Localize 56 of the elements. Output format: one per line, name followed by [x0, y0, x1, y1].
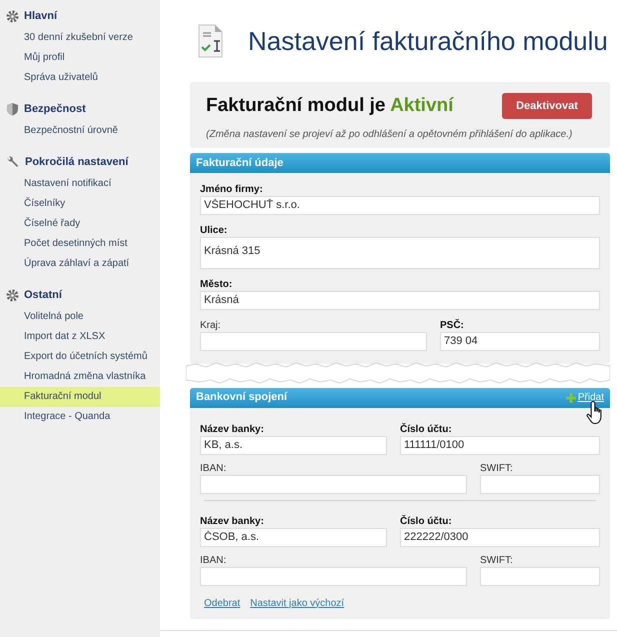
sidebar-item[interactable]: Můj profil	[0, 48, 160, 68]
deactivate-button[interactable]: Deaktivovat	[502, 93, 592, 120]
sidebar-item[interactable]: Správa uživatelů	[0, 68, 160, 88]
field-label: SWIFT:	[480, 462, 514, 474]
input-field[interactable]	[200, 474, 467, 494]
shield-icon	[6, 102, 19, 116]
action-link[interactable]: Odebrat	[204, 596, 240, 610]
field-label: Název banky:	[200, 514, 265, 528]
sidebar-item[interactable]: Úprava záhlaví a zápatí	[0, 254, 160, 274]
field-label: PSČ:	[440, 318, 465, 332]
section-header: Fakturační údaje	[190, 152, 610, 172]
input-field[interactable]: KB, a.s.	[200, 436, 387, 454]
gear-icon	[6, 10, 19, 22]
input-field[interactable]: Krásná 315	[200, 236, 600, 268]
field-label: Ulice:	[200, 224, 228, 236]
page-title: Nastavení fakturačního modulu	[248, 24, 608, 58]
sidebar-item[interactable]: Hromadná změna vlastníka	[0, 367, 160, 387]
sidebar-item[interactable]: Export do účetních systémů	[0, 347, 160, 367]
input-field[interactable]	[480, 566, 600, 586]
wrench-icon	[6, 155, 20, 169]
sidebar-item[interactable]: Číselníky	[0, 194, 160, 214]
sidebar-item[interactable]: Počet desetinných míst	[0, 234, 160, 254]
sidebar-item[interactable]: 30 denní zkušební verze	[0, 28, 160, 48]
input-field[interactable]	[200, 332, 427, 350]
input-field[interactable]	[200, 566, 467, 586]
sidebar-item[interactable]: Fakturační modul	[0, 387, 160, 407]
input-field[interactable]: 222222/0300	[400, 528, 600, 546]
field-label: IBAN:	[200, 462, 228, 474]
input-field[interactable]	[480, 474, 600, 494]
field-label: Město:	[200, 278, 234, 290]
input-field[interactable]: 111111/0100	[400, 436, 600, 454]
field-label: Jméno firmy:	[200, 182, 264, 196]
field-label: IBAN:	[200, 554, 228, 566]
field-label: SWIFT:	[480, 554, 514, 566]
sidebar-item[interactable]: Bezpečnostní úrovně	[0, 121, 160, 141]
field-label: Název banky:	[200, 422, 265, 436]
group-title: Bezpečnost	[24, 102, 86, 117]
input-field[interactable]: 739 04	[440, 332, 600, 350]
settings-note: (Změna nastavení se projeví až po odhlášení a opětovném přihlášení do aplikace.)	[206, 128, 574, 142]
input-field[interactable]: Krásná	[200, 290, 600, 310]
field-label: Číslo účtu:	[400, 514, 453, 528]
gear-icon	[6, 288, 19, 302]
group-title: Pokročilá nastavení	[25, 154, 128, 170]
sidebar-item[interactable]: Integrace - Quanda	[0, 407, 160, 427]
sidebar-item[interactable]: Číselné řady	[0, 214, 160, 234]
field-label: Číslo účtu:	[400, 422, 453, 436]
module-status: Fakturační modul je Aktivní	[206, 94, 454, 118]
section-title: Bankovní spojení	[196, 390, 288, 406]
sidebar-item[interactable]: Import dat z XLSX	[0, 327, 160, 347]
action-link[interactable]: Nastavit jako výchozí	[250, 596, 344, 610]
group-title: Ostatní	[24, 288, 62, 303]
sidebar-item[interactable]: Nastavení notifikací	[0, 174, 160, 194]
field-label: Kraj:	[200, 318, 222, 332]
plus-icon	[566, 392, 576, 402]
group-title: Hlavní	[24, 8, 58, 24]
sidebar-item[interactable]: Volitelná pole	[0, 307, 160, 327]
